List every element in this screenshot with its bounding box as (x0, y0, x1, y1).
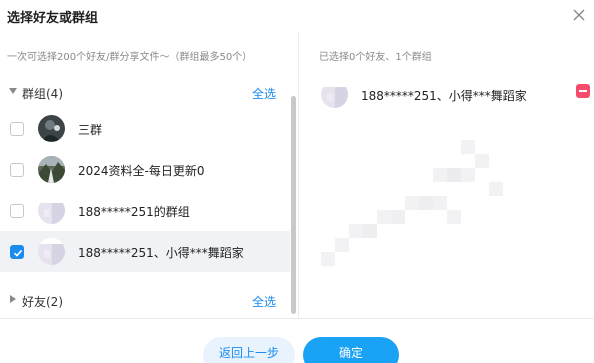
confirm-button[interactable]: 确定 (303, 337, 399, 363)
minus-icon[interactable] (576, 84, 590, 98)
avatar (38, 197, 65, 224)
group-row[interactable]: 三群 (0, 108, 290, 149)
group-checkbox[interactable] (10, 204, 24, 218)
dialog-title: 选择好友或群组 (7, 11, 99, 26)
group-name: 188*****251的群组 (78, 205, 190, 219)
group-row[interactable]: 2024资料全-每日更新0 (0, 149, 290, 190)
friends-section-label: 好友(2) (22, 295, 63, 309)
footer-divider (0, 318, 594, 319)
group-name: 三群 (78, 123, 103, 137)
group-checkbox-checked[interactable] (10, 245, 24, 259)
selection-hint: 一次可选择200个好友/群分享文件～（群组最多50个） (7, 52, 253, 63)
back-button[interactable]: 返回上一步 (203, 337, 295, 363)
selected-item: 188*****251、小得***舞蹈家 (299, 78, 594, 110)
group-name: 188*****251、小得***舞蹈家 (78, 246, 244, 260)
avatar (38, 115, 65, 142)
contact-list-pane: 一次可选择200个好友/群分享文件～（群组最多50个） 群组(4) 全选 三群 (0, 32, 298, 318)
caret-down-icon (9, 88, 17, 94)
dialog-title-bar: 选择好友或群组 (0, 0, 594, 32)
group-checkbox[interactable] (10, 122, 24, 136)
avatar (38, 156, 65, 183)
avatar (321, 81, 348, 108)
selected-count: 已选择0个好友、1个群组 (319, 52, 432, 63)
groups-section-header[interactable]: 群组(4) 全选 (0, 79, 290, 105)
group-row[interactable]: 188*****251、小得***舞蹈家 (0, 231, 290, 272)
group-name: 2024资料全-每日更新0 (78, 164, 205, 178)
blurred-image-placeholder (321, 140, 503, 266)
list-scrollbar[interactable] (291, 96, 296, 314)
friends-select-all-link[interactable]: 全选 (252, 293, 276, 310)
group-checkbox[interactable] (10, 163, 24, 177)
selected-item-name: 188*****251、小得***舞蹈家 (361, 89, 527, 103)
selected-pane: 已选择0个好友、1个群组 188*****251、小得***舞蹈家 (299, 32, 594, 318)
avatar (38, 238, 65, 265)
checkmark-icon (13, 249, 23, 257)
group-row[interactable]: 188*****251的群组 (0, 190, 290, 231)
groups-select-all-link[interactable]: 全选 (252, 85, 276, 102)
friends-section-header[interactable]: 好友(2) 全选 (0, 287, 290, 313)
groups-section-label: 群组(4) (22, 87, 63, 101)
close-icon[interactable] (571, 7, 587, 23)
caret-right-icon (10, 295, 16, 303)
